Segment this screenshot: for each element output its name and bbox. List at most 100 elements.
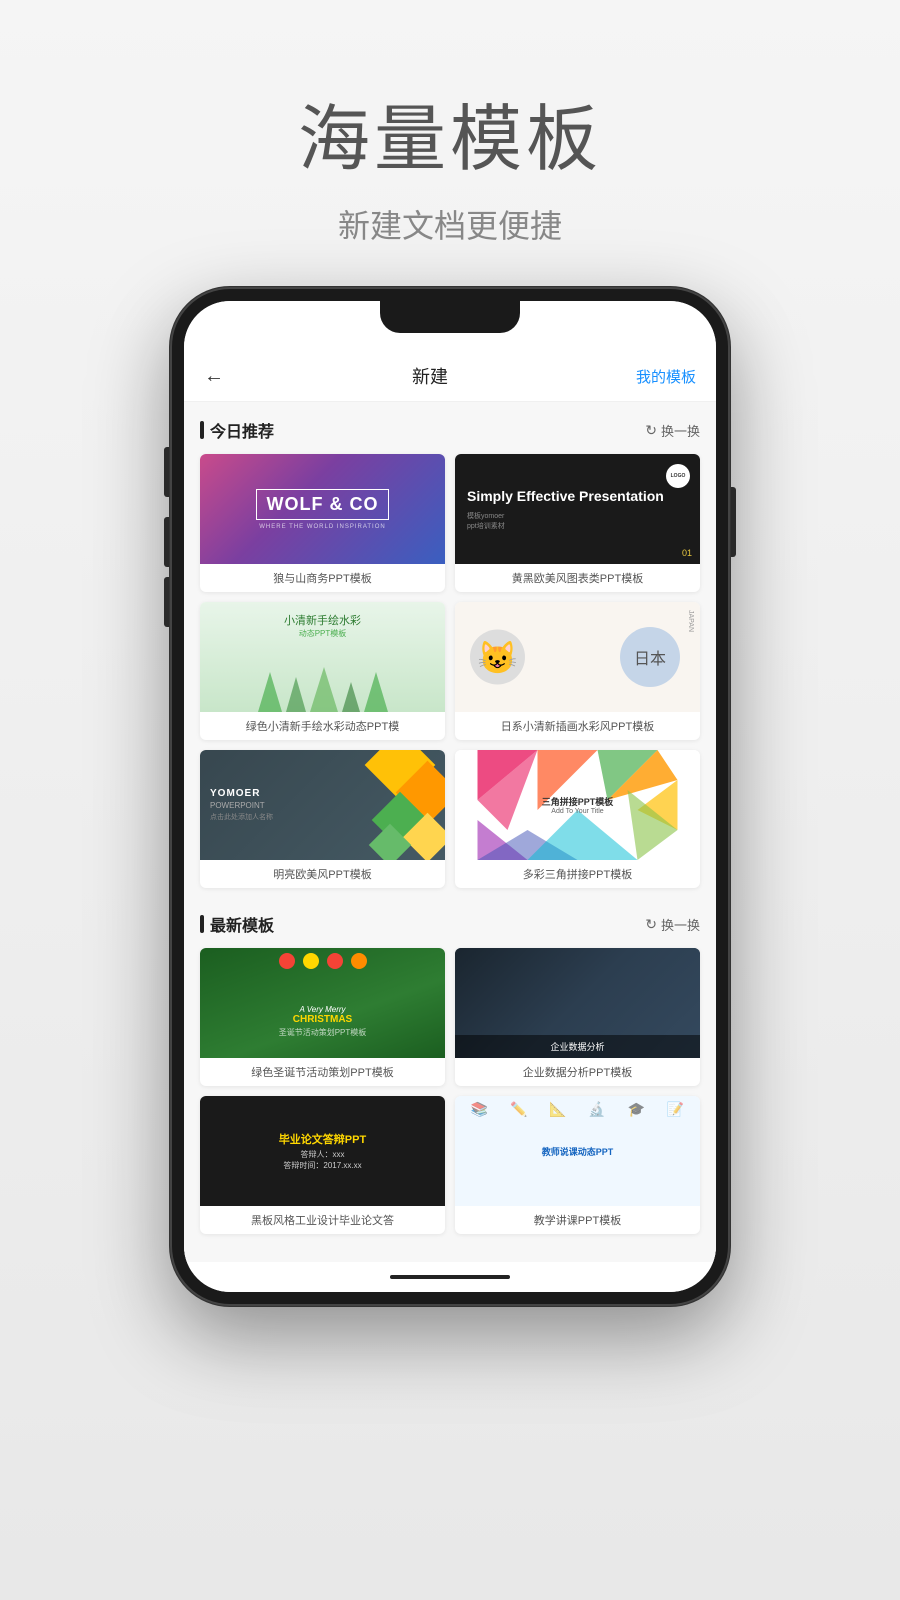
biz-text: 企业数据分析	[460, 1040, 695, 1053]
simply-small: 模板yomoerppt培训素材	[467, 511, 505, 531]
latest-refresh-icon: ↻	[645, 916, 657, 933]
christmas-label: 绿色圣诞节活动策划PPT模板	[200, 1058, 445, 1086]
page-title: 海量模板	[298, 80, 602, 185]
graduation-label: 黑板风格工业设计毕业论文答	[200, 1206, 445, 1234]
watercolor-text: 小清新手绘水彩 动态PPT模板	[200, 612, 445, 639]
watercolor-trees	[200, 652, 445, 712]
today-section-title: 今日推荐	[200, 418, 274, 442]
japan-circle: 日本	[620, 627, 680, 687]
tree-4	[342, 682, 360, 712]
teacher-icon-3: 📐	[549, 1101, 566, 1118]
notch	[380, 301, 520, 333]
refresh-icon: ↻	[645, 422, 657, 439]
watercolor-title: 小清新手绘水彩	[200, 612, 445, 628]
phone-frame: ← 新建 我的模板 今日推荐 ↻ 换一换	[170, 287, 730, 1306]
wolf-content: WOLF & CO WHERE THE WORLD INSPIRATION	[256, 489, 390, 530]
grad-main: 毕业论文答辩PPT	[279, 1131, 366, 1147]
template-item-watercolor[interactable]: 小清新手绘水彩 动态PPT模板	[200, 602, 445, 740]
template-item-japan[interactable]: 😺 日本 JAPAN 日系小清新插画水彩风PPT模板	[455, 602, 700, 740]
wolf-title: WOLF & CO	[256, 489, 390, 520]
today-template-grid: WOLF & CO WHERE THE WORLD INSPIRATION 狼与…	[200, 454, 700, 888]
template-thumb-christmas: A Very Merry CHRISTMAS 圣诞节活动策划PPT模板	[200, 948, 445, 1058]
japan-label-vertical: JAPAN	[687, 610, 694, 632]
template-thumb-business: 企业数据分析	[455, 948, 700, 1058]
tri-sub: Add To Your Title	[542, 808, 614, 815]
wolf-label: 狼与山商务PPT模板	[200, 564, 445, 592]
template-thumb-simply: LOGO Simply Effective Presentation 模板yom…	[455, 454, 700, 564]
latest-template-grid: A Very Merry CHRISTMAS 圣诞节活动策划PPT模板 绿色圣诞…	[200, 948, 700, 1234]
christmas-decorations	[200, 953, 445, 969]
yomoer-label: 明亮欧美风PPT模板	[200, 860, 445, 888]
today-section-header: 今日推荐 ↻ 换一换	[200, 402, 700, 454]
japan-label: 日系小清新插画水彩风PPT模板	[455, 712, 700, 740]
tree-1	[258, 672, 282, 712]
page-subtitle: 新建文档更便捷	[298, 201, 602, 247]
teacher-icon-1: 📚	[471, 1101, 488, 1118]
xmas-title: CHRISTMAS	[200, 1014, 445, 1025]
home-bar	[390, 1275, 510, 1279]
back-button[interactable]: ←	[204, 365, 224, 388]
tri-text: 三角拼接PPT模板 Add To Your Title	[542, 795, 614, 815]
template-item-christmas[interactable]: A Very Merry CHRISTMAS 圣诞节活动策划PPT模板 绿色圣诞…	[200, 948, 445, 1086]
template-item-teacher[interactable]: 📚 ✏️ 📐 🔬 🎓 📝 教师说课动态PPT 教学	[455, 1096, 700, 1234]
xmas-subtitle: 圣诞节活动策划PPT模板	[200, 1027, 445, 1038]
business-label: 企业数据分析PPT模板	[455, 1058, 700, 1086]
triangle-label: 多彩三角拼接PPT模板	[455, 860, 700, 888]
xmas-very-merry: A Very Merry	[200, 1005, 445, 1014]
template-thumb-yomoer: YOMOER POWERPOINT 点击此处添加人名称	[200, 750, 445, 860]
japan-kanji: 日本	[634, 645, 666, 669]
template-item-graduation[interactable]: 毕业论文答辩PPT 答辩人：xxx答辩时间：2017.xx.xx 黑板风格工业设…	[200, 1096, 445, 1234]
template-thumb-teacher: 📚 ✏️ 📐 🔬 🎓 📝 教师说课动态PPT	[455, 1096, 700, 1206]
today-refresh-button[interactable]: ↻ 换一换	[645, 421, 700, 440]
latest-section: 最新模板 ↻ 换一换	[200, 896, 700, 1234]
app-content: ← 新建 我的模板 今日推荐 ↻ 换一换	[184, 351, 716, 1262]
xmas-ball-3	[327, 953, 343, 969]
teacher-label: 教学讲课PPT模板	[455, 1206, 700, 1234]
grad-text: 毕业论文答辩PPT 答辩人：xxx答辩时间：2017.xx.xx	[279, 1131, 366, 1171]
yomoer-text: YOMOER POWERPOINT 点击此处添加人名称	[210, 788, 273, 822]
template-thumb-japan: 😺 日本 JAPAN	[455, 602, 700, 712]
home-indicator	[184, 1262, 716, 1292]
template-thumb-graduation: 毕业论文答辩PPT 答辩人：xxx答辩时间：2017.xx.xx	[200, 1096, 445, 1206]
teacher-icon-6: 📝	[667, 1101, 684, 1118]
template-item-simply[interactable]: LOGO Simply Effective Presentation 模板yom…	[455, 454, 700, 592]
template-item-triangle[interactable]: 三角拼接PPT模板 Add To Your Title 多彩三角拼接PPT模板	[455, 750, 700, 888]
today-action-label: 换一换	[661, 421, 700, 440]
yomoer-diamonds	[310, 750, 445, 860]
xmas-ball-2	[303, 953, 319, 969]
my-templates-button[interactable]: 我的模板	[636, 366, 696, 387]
japan-cat: 😺	[470, 630, 525, 685]
watercolor-label: 绿色小清新手绘水彩动态PPT模	[200, 712, 445, 740]
template-thumb-triangle: 三角拼接PPT模板 Add To Your Title	[455, 750, 700, 860]
phone-wrapper: ← 新建 我的模板 今日推荐 ↻ 换一换	[170, 287, 730, 1306]
wolf-subtitle: WHERE THE WORLD INSPIRATION	[256, 524, 390, 530]
nav-bar: ← 新建 我的模板	[184, 351, 716, 402]
simply-label: 黄黑欧美风图表类PPT模板	[455, 564, 700, 592]
tree-3	[310, 667, 338, 712]
xmas-ball-4	[351, 953, 367, 969]
page-header: 海量模板 新建文档更便捷	[298, 0, 602, 287]
simply-num: 01	[682, 548, 692, 558]
bottom-spacer	[200, 1242, 700, 1262]
yomoer-product: POWERPOINT	[210, 801, 273, 810]
biz-photo: 企业数据分析	[455, 948, 700, 1058]
template-thumb-wolf: WOLF & CO WHERE THE WORLD INSPIRATION	[200, 454, 445, 564]
simply-logo: LOGO	[666, 464, 690, 488]
tree-2	[286, 677, 306, 712]
template-item-yomoer[interactable]: YOMOER POWERPOINT 点击此处添加人名称 明亮欧美风PPT模板	[200, 750, 445, 888]
latest-section-header: 最新模板 ↻ 换一换	[200, 896, 700, 948]
teacher-text: 教师说课动态PPT	[542, 1145, 614, 1158]
template-item-business[interactable]: 企业数据分析 企业数据分析PPT模板	[455, 948, 700, 1086]
latest-refresh-button[interactable]: ↻ 换一换	[645, 915, 700, 934]
yomoer-brand: YOMOER	[210, 788, 273, 799]
teacher-icon-2: ✏️	[510, 1101, 527, 1118]
cat-face-icon: 😺	[478, 638, 518, 676]
grad-sub: 答辩人：xxx答辩时间：2017.xx.xx	[279, 1149, 366, 1171]
xmas-ball-1	[279, 953, 295, 969]
teacher-icon-5: 🎓	[627, 1101, 644, 1118]
template-item-wolf[interactable]: WOLF & CO WHERE THE WORLD INSPIRATION 狼与…	[200, 454, 445, 592]
latest-section-title: 最新模板	[200, 912, 274, 936]
teacher-icons: 📚 ✏️ 📐 🔬 🎓 📝	[455, 1101, 700, 1118]
phone-screen: ← 新建 我的模板 今日推荐 ↻ 换一换	[184, 301, 716, 1292]
watercolor-sub: 动态PPT模板	[200, 628, 445, 639]
